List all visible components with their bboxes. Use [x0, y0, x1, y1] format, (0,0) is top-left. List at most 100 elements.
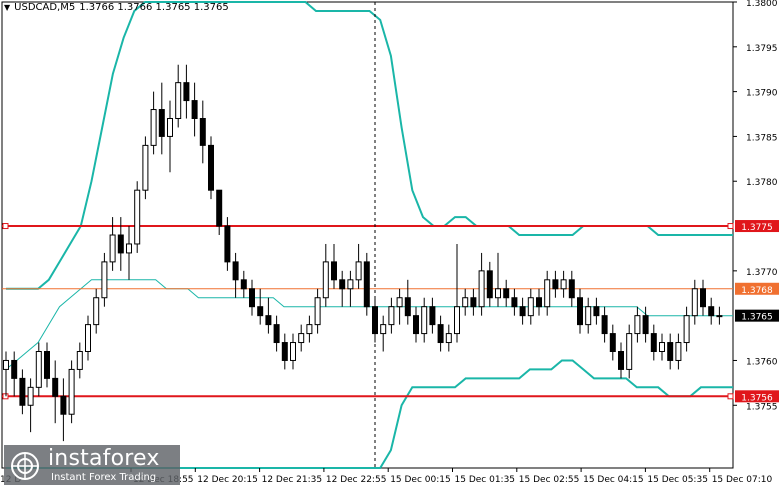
candle-body — [642, 315, 649, 335]
candle-body — [167, 118, 173, 137]
chart-header: ▼ USDCAD,M5 1.3766 1.3766 1.3765 1.3765 — [4, 2, 229, 13]
candle-body — [691, 288, 698, 317]
candle-body — [700, 288, 706, 308]
candle-body — [445, 333, 452, 344]
candle-body — [478, 270, 485, 308]
price-chart[interactable]: 1.37751.37681.3756 1.38001.37951.37901.3… — [0, 0, 781, 489]
price-tick-label: 1.3760 — [746, 357, 778, 367]
candle-body — [404, 297, 411, 317]
candle — [142, 136, 149, 200]
candle-body — [76, 351, 83, 370]
candle-body — [339, 279, 346, 290]
level-price-label: 1.3768 — [741, 286, 773, 296]
candle-body — [716, 315, 723, 318]
candle-body — [175, 82, 182, 119]
instaforex-logo: instaforex Instant Forex Trading — [4, 445, 180, 485]
candle-body — [659, 342, 665, 352]
price-tick-label: 1.3780 — [746, 178, 778, 188]
candle-body — [675, 342, 682, 361]
candle-body — [191, 100, 198, 119]
price-tick-label: 1.3795 — [746, 44, 778, 54]
candle-body — [322, 261, 329, 299]
candle-body — [27, 386, 34, 406]
candle-body — [495, 288, 501, 299]
time-tick-label: 15 Dec 07:10 — [712, 475, 773, 485]
level-price-label: 1.3775 — [741, 223, 773, 233]
candle-body — [593, 306, 600, 317]
candle-body — [568, 279, 575, 299]
candle-body — [232, 261, 239, 281]
candle-body — [216, 189, 223, 227]
candle-body — [372, 306, 378, 335]
candle-body — [429, 306, 436, 326]
price-tick-label: 1.3755 — [746, 402, 778, 412]
candle-body — [93, 297, 100, 326]
candle-body — [347, 279, 354, 290]
candle-body — [511, 297, 518, 308]
candle-body — [552, 279, 559, 290]
time-tick-label: 15 Dec 02:55 — [519, 475, 580, 485]
candle-body — [462, 297, 469, 308]
candle-body — [183, 82, 190, 102]
caret-down-icon[interactable]: ▼ — [4, 3, 10, 12]
candle-body — [208, 144, 214, 191]
candle-body — [708, 306, 715, 317]
candle-body — [396, 297, 403, 308]
candle-body — [437, 324, 444, 344]
chart-background — [0, 0, 781, 489]
current-price-label: 1.3765 — [741, 313, 773, 323]
candle-body — [11, 359, 18, 379]
candle-body — [281, 342, 288, 361]
candle-body — [35, 351, 42, 388]
candle-body — [290, 342, 296, 361]
candle-body — [634, 315, 641, 335]
time-tick-label: 15 Dec 05:35 — [647, 475, 708, 485]
logo-tagline: Instant Forex Trading — [51, 472, 157, 483]
price-tick-label: 1.3770 — [746, 268, 778, 278]
candle-body — [421, 306, 428, 335]
candle-body — [585, 306, 592, 326]
candle-body — [601, 315, 608, 335]
candle-body — [618, 351, 624, 370]
candle-body — [249, 288, 255, 308]
candle-body — [142, 144, 149, 191]
price-tick-label: 1.3800 — [746, 0, 778, 9]
candle-body — [3, 359, 9, 370]
candle-body — [240, 279, 247, 290]
time-tick-label: 12 Dec 20:15 — [197, 475, 258, 485]
candle-body — [265, 315, 272, 326]
candle-body — [314, 297, 321, 326]
candle — [208, 136, 214, 200]
candle — [363, 252, 370, 316]
ohlc-readout: 1.3766 1.3766 1.3765 1.3765 — [79, 2, 229, 13]
candle-body — [486, 270, 493, 299]
candle-body — [60, 395, 67, 415]
candle-body — [683, 315, 690, 344]
candle-body — [503, 288, 510, 299]
candle-body — [199, 118, 206, 146]
candle-body — [257, 306, 264, 317]
symbol-label: USDCAD,M5 — [14, 2, 76, 13]
candle-body — [577, 297, 583, 326]
time-tick-label: 15 Dec 04:15 — [583, 475, 644, 485]
candle-body — [101, 261, 108, 299]
candle-body — [667, 342, 674, 361]
candle-body — [363, 261, 370, 308]
candle — [134, 181, 141, 253]
candle-body — [536, 297, 542, 308]
instaforex-emblem-icon — [11, 452, 39, 480]
candle-body — [117, 234, 124, 254]
candle-body — [68, 368, 75, 415]
candle-body — [306, 324, 313, 335]
candle-body — [298, 333, 305, 344]
candle-body — [52, 377, 59, 397]
candle-body — [388, 306, 395, 326]
candle-body — [355, 261, 362, 281]
candle-body — [224, 225, 231, 263]
candle — [68, 360, 75, 424]
time-tick-label: 15 Dec 00:15 — [390, 475, 451, 485]
price-tick-label: 1.3790 — [746, 89, 778, 99]
candle-body — [413, 315, 419, 335]
time-tick-label: 12 Dec 22:55 — [326, 475, 387, 485]
candle-body — [158, 109, 165, 137]
